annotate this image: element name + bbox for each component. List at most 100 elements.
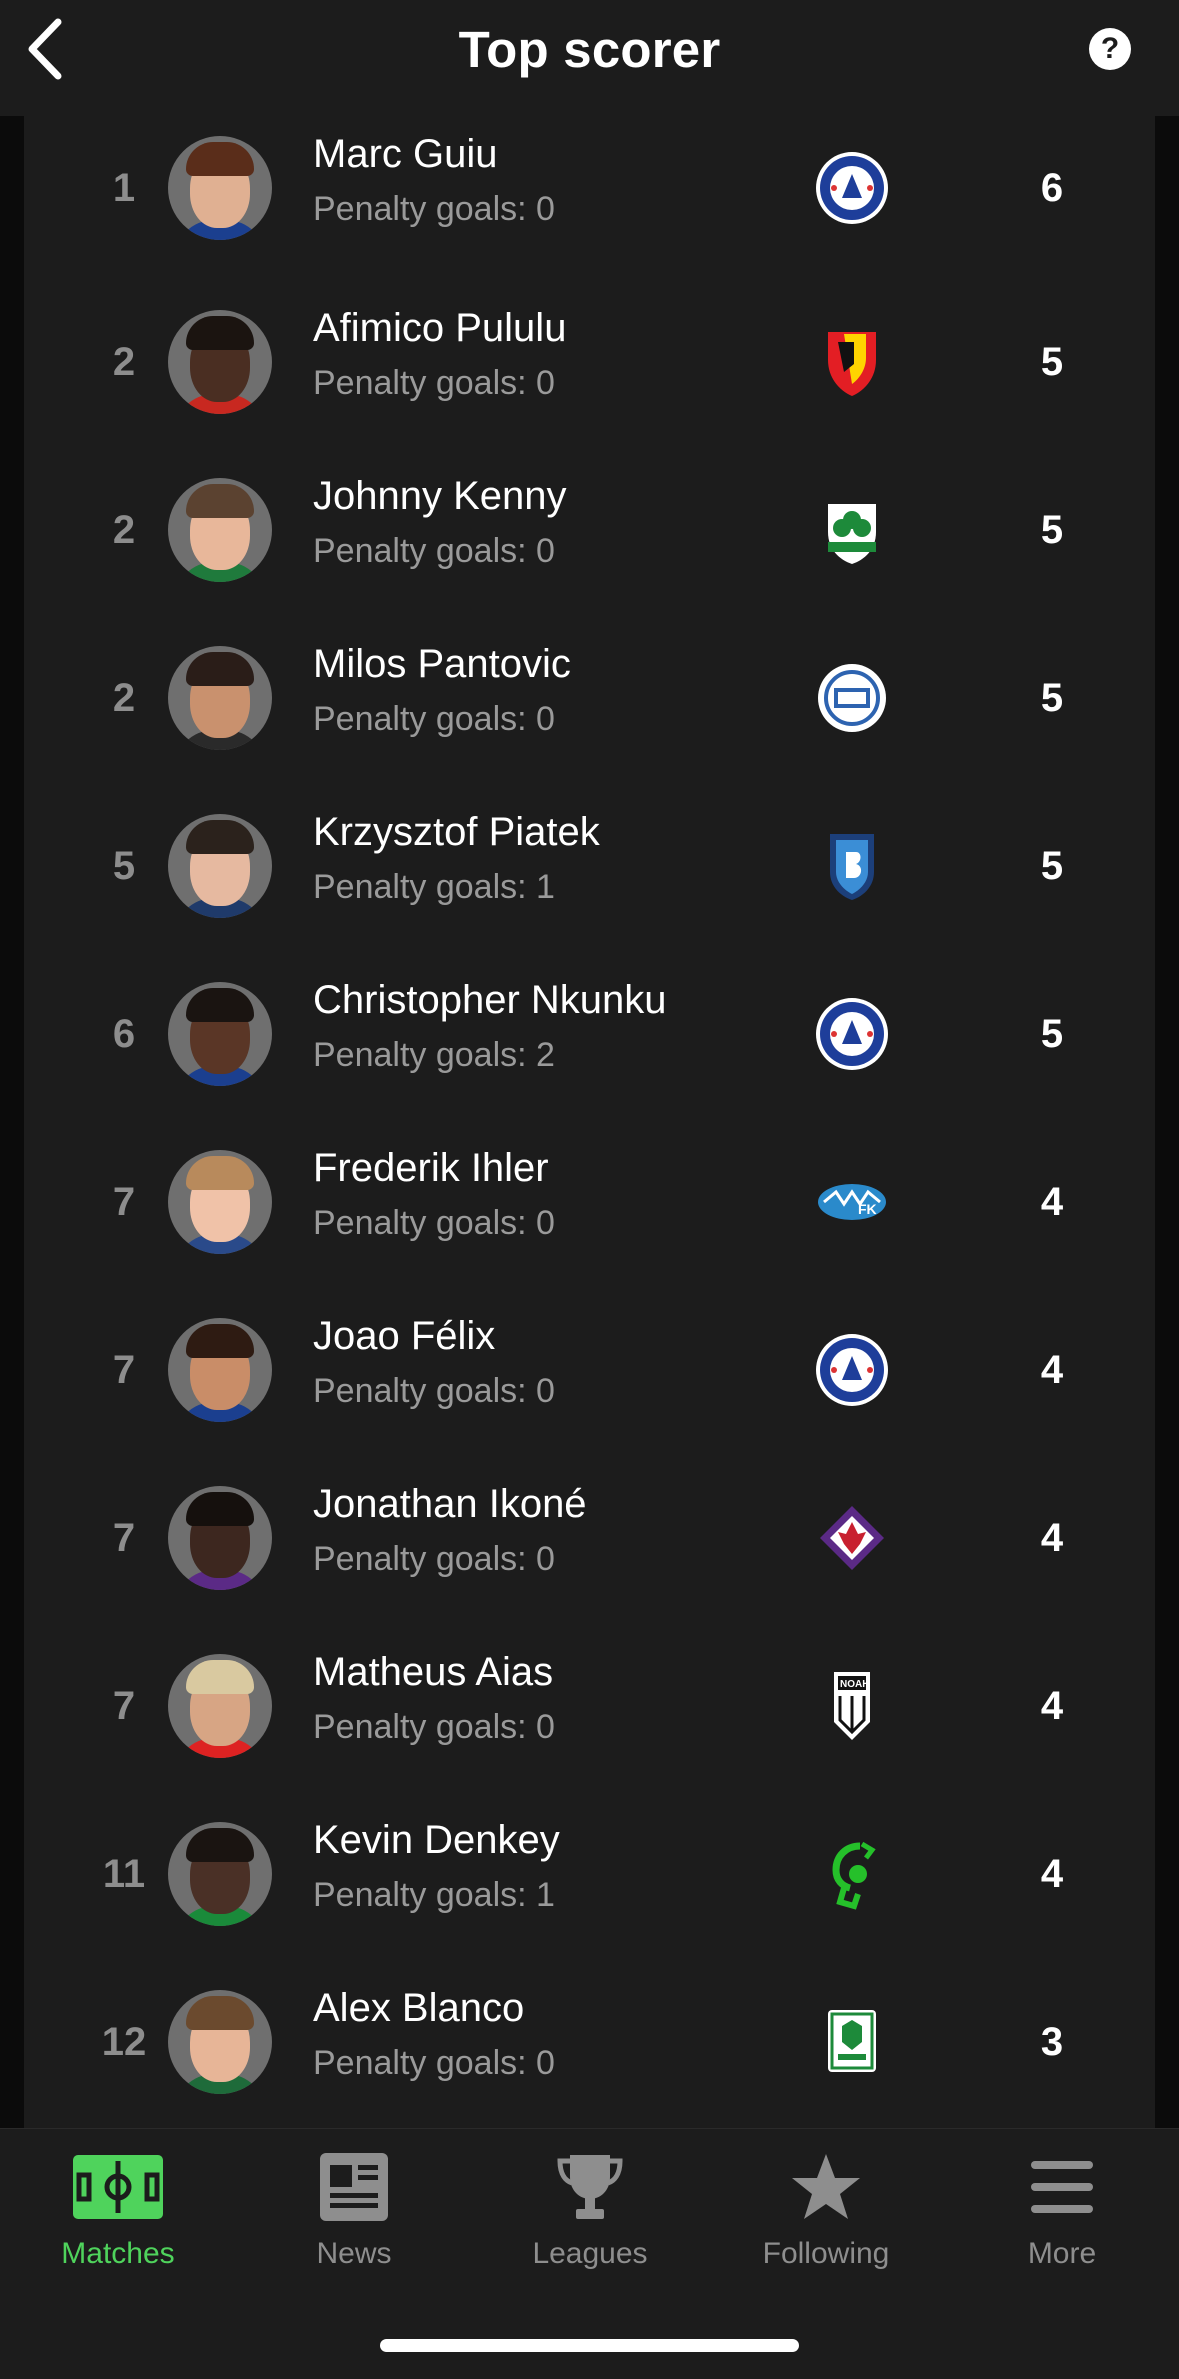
star-icon — [792, 2154, 860, 2219]
rank-number: 7 — [112, 1348, 136, 1392]
olimpija-crest-icon — [828, 2010, 876, 2072]
scorer-row[interactable]: 7 Jonathan Ikoné Penalty goals: 0 4 — [24, 1474, 1155, 1642]
player-avatar[interactable] — [168, 1822, 272, 1926]
scorer-row[interactable]: 1 Marc Guiu Penalty goals: 0 6 — [24, 124, 1155, 292]
goals-count: 5 — [1040, 340, 1064, 384]
molde-crest-icon: FK — [818, 1184, 886, 1220]
tab-label: News — [316, 2237, 392, 2270]
player-avatar[interactable] — [168, 814, 272, 918]
top-bar: Top scorer ? — [0, 0, 1179, 116]
goals-count: 4 — [1040, 1348, 1064, 1392]
rank-number: 7 — [112, 1516, 136, 1560]
player-name[interactable]: Christopher Nkunku — [313, 978, 667, 1023]
jagiellonia-crest-icon — [828, 332, 876, 396]
player-name[interactable]: Kevin Denkey — [313, 1818, 560, 1863]
player-avatar[interactable] — [168, 136, 272, 240]
goals-count: 5 — [1040, 1012, 1064, 1056]
player-avatar[interactable] — [168, 1150, 272, 1254]
rank-number: 1 — [112, 166, 136, 210]
club-crest[interactable] — [814, 150, 890, 226]
fiorentina-crest-icon — [820, 1506, 884, 1570]
club-crest[interactable] — [814, 324, 890, 400]
bottom-tab-bar: Matches News Leagues Following More — [0, 2128, 1179, 2379]
noah-crest-icon: NOAH — [834, 1672, 870, 1740]
penalty-goals: Penalty goals: 0 — [313, 2044, 555, 2082]
scorer-row[interactable]: 2 Afimico Pululu Penalty goals: 0 5 — [24, 298, 1155, 466]
player-name[interactable]: Krzysztof Piatek — [313, 810, 600, 855]
back-chevron-icon — [28, 18, 62, 80]
player-name[interactable]: Joao Félix — [313, 1314, 495, 1359]
club-crest[interactable] — [814, 2004, 890, 2080]
rank-number: 5 — [112, 844, 136, 888]
penalty-goals: Penalty goals: 0 — [313, 1708, 555, 1746]
help-button[interactable]: ? — [1089, 28, 1131, 70]
scorer-list: 1 Marc Guiu Penalty goals: 0 6 2 Afimico Pulu… — [24, 116, 1155, 2128]
player-name[interactable]: Alex Blanco — [313, 1986, 524, 2031]
club-crest[interactable] — [814, 1332, 890, 1408]
club-crest[interactable]: FK — [814, 1164, 890, 1240]
player-avatar[interactable] — [168, 310, 272, 414]
penalty-goals: Penalty goals: 1 — [313, 1876, 555, 1914]
tab-news[interactable]: News — [236, 2151, 472, 2271]
scorer-row[interactable]: 6 Christopher Nkunku Penalty goals: 2 5 — [24, 970, 1155, 1138]
scorer-row[interactable]: 7 Joao Félix Penalty goals: 0 4 — [24, 1306, 1155, 1474]
player-avatar[interactable] — [168, 982, 272, 1086]
svg-text:NOAH: NOAH — [840, 1679, 869, 1690]
penalty-goals: Penalty goals: 0 — [313, 1204, 555, 1242]
rank-number: 12 — [101, 2020, 147, 2064]
rank-number: 2 — [112, 340, 136, 384]
tab-leagues[interactable]: Leagues — [472, 2151, 708, 2271]
scorer-row[interactable]: 7 Frederik Ihler Penalty goals: 0 FK 4 — [24, 1138, 1155, 1306]
chelsea-crest-icon — [816, 152, 888, 224]
player-avatar[interactable] — [168, 1990, 272, 2094]
scorer-row[interactable]: 2 Johnny Kenny Penalty goals: 0 5 — [24, 466, 1155, 634]
player-name[interactable]: Afimico Pululu — [313, 306, 566, 351]
club-crest[interactable] — [814, 1836, 890, 1912]
player-avatar[interactable] — [168, 1654, 272, 1758]
trophy-icon — [557, 2155, 623, 2219]
goals-count: 5 — [1040, 508, 1064, 552]
page-title: Top scorer — [458, 20, 721, 78]
tab-following[interactable]: Following — [708, 2151, 944, 2271]
rank-number: 2 — [112, 508, 136, 552]
player-avatar[interactable] — [168, 478, 272, 582]
player-name[interactable]: Jonathan Ikoné — [313, 1482, 587, 1527]
tab-label: More — [1027, 2237, 1097, 2270]
scorer-row[interactable]: 12 Alex Blanco Penalty goals: 0 3 — [24, 1978, 1155, 2128]
goals-count: 4 — [1040, 1516, 1064, 1560]
scorer-row[interactable]: 11 Kevin Denkey Penalty goals: 1 4 — [24, 1810, 1155, 1978]
chelsea-crest-icon — [816, 998, 888, 1070]
scorer-row[interactable]: 7 Matheus Aias Penalty goals: 0 NOAH 4 — [24, 1642, 1155, 1810]
club-crest[interactable]: NOAH — [814, 1668, 890, 1744]
club-crest[interactable] — [814, 1500, 890, 1576]
back-button[interactable] — [22, 18, 68, 80]
club-crest[interactable] — [814, 660, 890, 736]
club-crest[interactable] — [814, 996, 890, 1072]
player-avatar[interactable] — [168, 1486, 272, 1590]
tab-more[interactable]: More — [944, 2151, 1179, 2271]
tab-matches[interactable]: Matches — [0, 2151, 236, 2271]
rank-number: 6 — [112, 1012, 136, 1056]
player-name[interactable]: Milos Pantovic — [313, 642, 571, 687]
basaksehir-crest-icon — [830, 834, 874, 900]
player-name[interactable]: Johnny Kenny — [313, 474, 567, 519]
scorer-row[interactable]: 5 Krzysztof Piatek Penalty goals: 1 5 — [24, 802, 1155, 970]
tab-label: Following — [762, 2237, 890, 2270]
club-crest[interactable] — [814, 492, 890, 568]
rank-number: 7 — [112, 1180, 136, 1224]
penalty-goals: Penalty goals: 0 — [313, 1540, 555, 1578]
newspaper-icon — [320, 2153, 388, 2221]
cercle-brugge-crest-icon — [832, 1841, 876, 1910]
penalty-goals: Penalty goals: 0 — [313, 190, 555, 228]
scorer-row[interactable]: 2 Milos Pantovic Penalty goals: 0 5 — [24, 634, 1155, 802]
penalty-goals: Penalty goals: 0 — [313, 1372, 555, 1410]
goals-count: 5 — [1040, 676, 1064, 720]
player-avatar[interactable] — [168, 646, 272, 750]
home-indicator — [380, 2339, 799, 2352]
club-crest[interactable] — [814, 828, 890, 904]
player-name[interactable]: Frederik Ihler — [313, 1146, 549, 1191]
player-avatar[interactable] — [168, 1318, 272, 1422]
player-name[interactable]: Marc Guiu — [313, 132, 498, 177]
player-name[interactable]: Matheus Aias — [313, 1650, 553, 1695]
goals-count: 4 — [1040, 1684, 1064, 1728]
